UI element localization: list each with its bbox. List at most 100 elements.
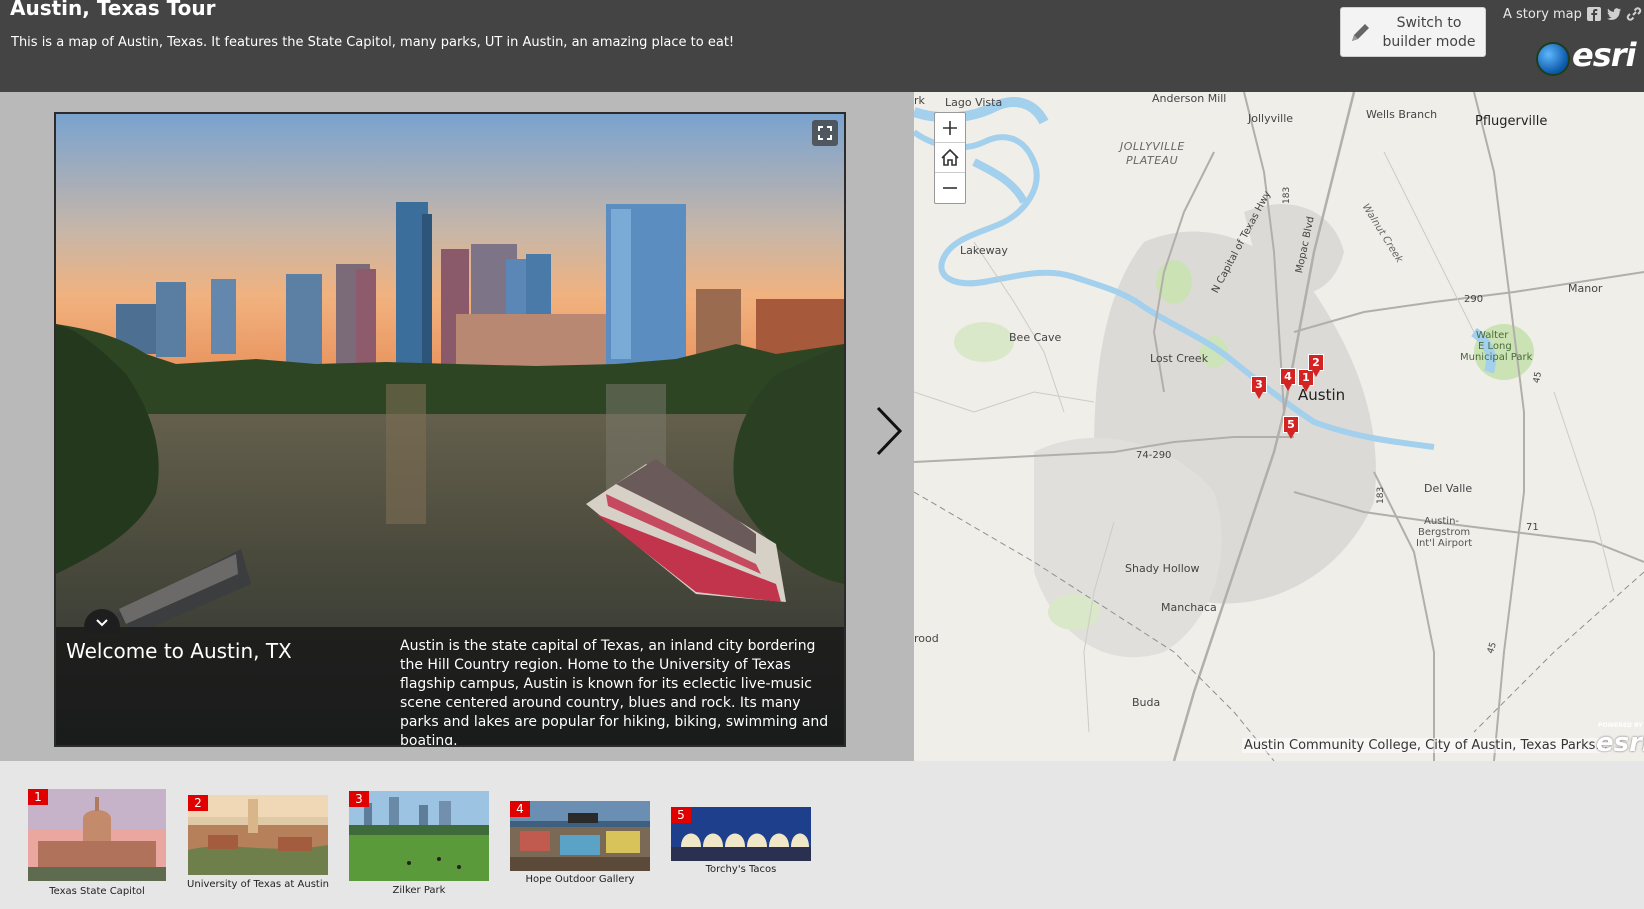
map-label-walter-park-2: E Long [1478,341,1512,352]
map-label-lost-creek: Lost Creek [1150,352,1209,365]
map-marker-3[interactable]: 3 [1251,376,1267,400]
esri-logo-text: esri [1572,36,1636,74]
map-label-route-71: 71 [1526,522,1539,533]
builder-button-line1: Switch to [1396,15,1462,31]
carousel-item-caption: Hope Outdoor Gallery [525,874,635,885]
page-title: Austin, Texas Tour [10,0,216,20]
facebook-icon[interactable] [1586,6,1602,22]
zilker-park-thumbnail [349,791,489,881]
link-icon[interactable] [1626,6,1642,22]
carousel-item-number: 3 [349,791,369,807]
pencil-icon [1352,24,1369,41]
map-marker-4[interactable]: 4 [1280,368,1296,392]
carousel-item-caption: Texas State Capitol [49,886,145,897]
map-label-walter-park-1: Walter [1476,330,1509,341]
map-label-del-valle: Del Valle [1424,482,1473,495]
slide-caption-panel: Welcome to Austin, TX Austin is the stat… [56,609,844,747]
map-panel[interactable]: rk Lago Vista Anderson Mill Jollyville W… [914,92,1644,761]
carousel-item-5[interactable]: 5 Torchy's Tacos [671,807,811,887]
slide-caption-text: Austin is the state capital of Texas, an… [400,638,829,747]
map-marker-2[interactable]: 2 [1308,354,1324,378]
carousel-item-4[interactable]: 4 Hope Outdoor Gallery [510,801,650,891]
minus-icon [943,187,957,189]
next-slide-arrow-icon[interactable] [872,404,906,458]
media-panel: Welcome to Austin, TX Austin is the stat… [0,92,914,761]
basemap[interactable] [914,92,1644,761]
page-subtitle: This is a map of Austin, Texas. It featu… [11,35,735,50]
map-label-buda: Buda [1132,696,1161,709]
torchys-tacos-thumbnail [671,807,811,861]
marker-number: 4 [1280,368,1296,385]
map-label-bee-cave: Bee Cave [1009,331,1062,344]
plus-icon [943,121,957,135]
builder-button-label: Switch to builder mode [1379,14,1479,52]
carousel-item-3[interactable]: 3 Zilker Park [349,791,489,896]
map-label-airport-2: Bergstrom [1418,527,1471,538]
map-label-pflugerville: Pflugerville [1475,114,1548,129]
slide-photo: Welcome to Austin, TX Austin is the stat… [54,112,846,747]
map-label-manchaca: Manchaca [1161,601,1217,614]
marker-number: 5 [1283,416,1299,433]
marker-number: 3 [1251,376,1267,393]
story-map-label: A story map [1503,7,1582,22]
expand-fullscreen-button[interactable] [812,120,838,146]
zoom-control [934,112,966,204]
switch-to-builder-button[interactable]: Switch to builder mode [1340,7,1486,57]
map-label-route-290-east: 290 [1464,294,1484,305]
carousel-item-number: 4 [510,801,530,817]
map-marker-5[interactable]: 5 [1283,416,1299,440]
map-label-shady-hollow: Shady Hollow [1125,562,1200,575]
ut-austin-thumbnail [188,795,328,875]
story-map-app: Austin, Texas Tour This is a map of Aust… [0,0,1644,909]
map-label-lago-vista: Lago Vista [945,96,1003,109]
map-label-walter-park-3: Municipal Park [1460,352,1533,363]
map-label-route-183-north: 183 [1282,186,1292,204]
carousel-item-number: 1 [28,789,48,805]
powered-by-esri-logo[interactable]: POWERED BY esri [1594,722,1644,758]
carousel-item-number: 5 [671,807,691,823]
carousel-item-2[interactable]: 2 University of Texas at Austin [187,795,329,895]
caption-collapse-button[interactable] [84,609,120,633]
chevron-down-icon [96,619,108,627]
zoom-in-button[interactable] [935,113,965,143]
bottom-carousel: 1 Texas State Capitol 2 University of Te… [0,761,1644,909]
map-label-jollyville-plateau-2: PLATEAU [1126,154,1179,167]
map-label-jollyville: Jollyville [1248,112,1294,125]
map-label-manor: Manor [1568,282,1603,295]
home-extent-button[interactable] [935,143,965,173]
home-icon [941,148,959,166]
esri-logo: esri [1536,36,1636,78]
header-bar: Austin, Texas Tour This is a map of Aust… [0,0,1644,92]
marker-pin-tip [1312,370,1320,377]
map-label-anderson-mill: Anderson Mill [1152,92,1227,105]
twitter-icon[interactable] [1606,6,1622,22]
carousel-item-caption: University of Texas at Austin [187,879,329,890]
map-label-wells-branch: Wells Branch [1366,108,1438,121]
carousel-item-caption: Torchy's Tacos [705,864,777,875]
map-label-rood: rood [914,632,939,645]
texas-capitol-thumbnail [28,789,166,881]
zoom-out-button[interactable] [935,173,965,203]
map-label-route-183-south: 183 [1376,486,1386,504]
expand-icon [818,126,832,140]
map-label-airport-1: Austin- [1424,516,1460,527]
marker-pin-tip [1302,385,1310,392]
map-label-lakeway: Lakeway [960,244,1008,257]
marker-number: 2 [1308,354,1324,371]
carousel-item-number: 2 [188,795,208,811]
marker-pin-tip [1287,432,1295,439]
marker-pin-tip [1284,384,1292,391]
map-label-rk: rk [914,94,925,107]
marker-pin-tip [1255,392,1263,399]
carousel-item-1[interactable]: 1 Texas State Capitol [28,789,166,899]
globe-icon [1536,42,1570,76]
map-label-airport-3: Int'l Airport [1416,538,1473,549]
slide-caption-title: Welcome to Austin, TX [66,639,292,663]
powered-by-brand: esri [1596,728,1644,758]
builder-button-line2: builder mode [1382,34,1476,50]
map-attribution[interactable]: Austin Community College, City of Austin… [1242,738,1610,753]
hope-gallery-thumbnail [510,801,650,871]
map-label-jollyville-plateau-1: JOLLYVILLE [1120,140,1185,153]
carousel-item-caption: Zilker Park [392,885,446,896]
map-label-route-290-west: 74-290 [1136,450,1172,461]
